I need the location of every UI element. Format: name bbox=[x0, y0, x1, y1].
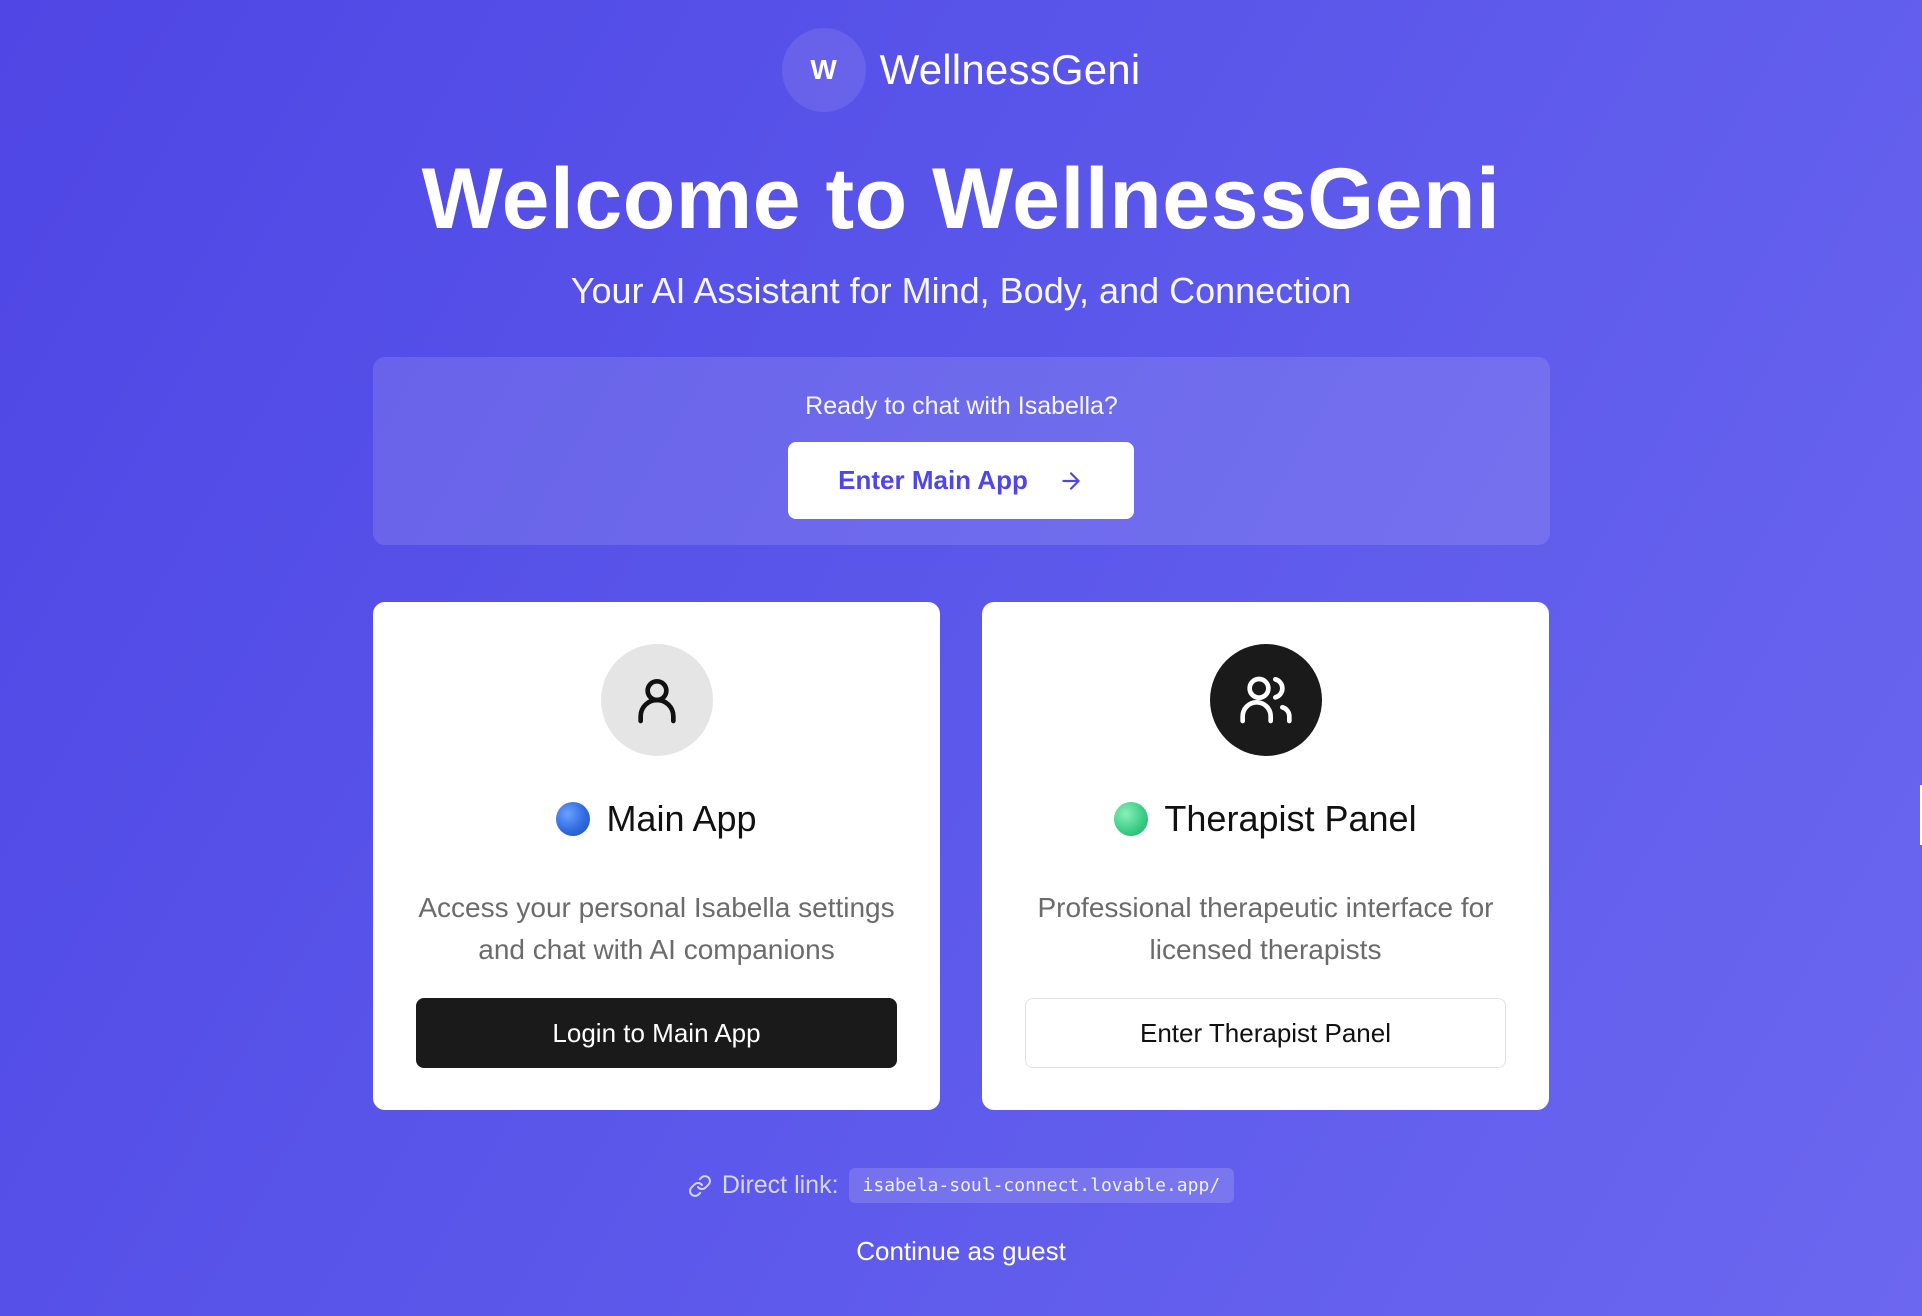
main-app-title: Main App bbox=[373, 798, 940, 840]
page-title: Welcome to WellnessGeni bbox=[421, 151, 1501, 247]
page-subtitle: Your AI Assistant for Mind, Body, and Co… bbox=[570, 270, 1352, 311]
therapist-panel-card: Therapist Panel Professional therapeutic… bbox=[982, 602, 1549, 1110]
brand-logo-letter: W bbox=[810, 54, 837, 85]
green-dot-icon bbox=[1114, 802, 1149, 836]
brand-header: W WellnessGeni bbox=[0, 28, 1922, 112]
login-main-app-button[interactable]: Login to Main App bbox=[416, 998, 897, 1068]
main-app-card: Main App Access your personal Isabella s… bbox=[373, 602, 940, 1110]
users-icon bbox=[1240, 676, 1292, 724]
guest-row: Continue as guest bbox=[0, 1236, 1922, 1267]
cta-banner: Ready to chat with Isabella? Enter Main … bbox=[373, 357, 1550, 545]
therapist-panel-title: Therapist Panel bbox=[982, 798, 1549, 840]
main-app-description: Access your personal Isabella settings a… bbox=[418, 892, 895, 965]
therapist-panel-title-text: Therapist Panel bbox=[1164, 798, 1417, 839]
brand-logo: W bbox=[781, 28, 866, 112]
enter-main-app-label: Enter Main App bbox=[838, 465, 1028, 495]
cta-prompt: Ready to chat with Isabella? bbox=[805, 392, 1118, 420]
direct-link-url[interactable]: isabela-soul-connect.lovable.app/ bbox=[848, 1168, 1235, 1203]
enter-therapist-panel-button[interactable]: Enter Therapist Panel bbox=[1025, 998, 1506, 1068]
continue-as-guest-link[interactable]: Continue as guest bbox=[856, 1236, 1066, 1266]
therapist-panel-avatar bbox=[1210, 644, 1322, 756]
direct-link-row: Direct link: isabela-soul-connect.lovabl… bbox=[0, 1168, 1922, 1203]
blue-dot-icon bbox=[556, 802, 591, 836]
main-app-title-text: Main App bbox=[606, 798, 757, 839]
link-icon bbox=[688, 1174, 711, 1197]
therapist-panel-description: Professional therapeutic interface for l… bbox=[1037, 892, 1494, 965]
brand-name: WellnessGeni bbox=[879, 46, 1141, 93]
enter-main-app-button[interactable]: Enter Main App bbox=[788, 442, 1134, 519]
direct-link-label: Direct link: bbox=[721, 1171, 839, 1199]
landing-page: W WellnessGeni Welcome to WellnessGeni Y… bbox=[0, 0, 1922, 1316]
main-app-avatar bbox=[601, 644, 713, 756]
arrow-right-icon bbox=[1062, 471, 1080, 490]
user-icon bbox=[638, 679, 676, 724]
